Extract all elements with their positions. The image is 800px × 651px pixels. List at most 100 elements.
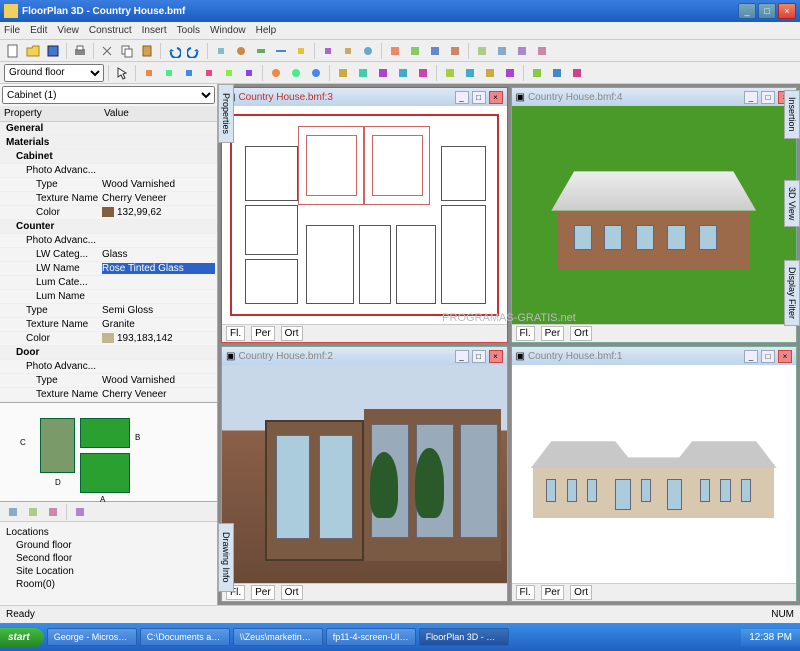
property-row[interactable]: Texture NameCherry Veneer	[0, 388, 217, 402]
property-row[interactable]: Texture NameGranite	[0, 318, 217, 332]
tool-icon[interactable]	[568, 64, 586, 82]
menu-window[interactable]: Window	[210, 25, 246, 36]
menu-view[interactable]: View	[57, 25, 79, 36]
tool-icon[interactable]	[272, 42, 290, 60]
copy-icon[interactable]	[118, 42, 136, 60]
menu-insert[interactable]: Insert	[142, 25, 167, 36]
tool-icon[interactable]	[252, 42, 270, 60]
property-row[interactable]: Photo Advanc...	[0, 360, 217, 374]
view-tab[interactable]: Ort	[570, 326, 592, 341]
menu-help[interactable]: Help	[256, 25, 277, 36]
start-button[interactable]: start	[0, 628, 44, 647]
tool-icon[interactable]	[481, 64, 499, 82]
view-min-button[interactable]: _	[455, 91, 469, 104]
taskbar-item[interactable]: \\Zeus\marketing\Pr...	[233, 628, 323, 646]
tool-icon[interactable]	[232, 42, 250, 60]
tool-icon[interactable]	[533, 42, 551, 60]
tool-icon[interactable]	[446, 42, 464, 60]
system-tray[interactable]: 12:38 PM	[741, 629, 800, 646]
view-tab[interactable]: Fl.	[226, 326, 245, 341]
view-close-button[interactable]: ×	[778, 350, 792, 363]
view-tab[interactable]: Ort	[281, 326, 303, 341]
property-row[interactable]: Texture NameCherry Veneer	[0, 192, 217, 206]
tool-icon[interactable]	[386, 42, 404, 60]
menu-construct[interactable]: Construct	[89, 25, 132, 36]
property-row[interactable]: Lum Cate...	[0, 276, 217, 290]
property-grid[interactable]: GeneralMaterialsCabinetPhoto Advanc...Ty…	[0, 122, 217, 402]
view-tab[interactable]: Per	[251, 326, 275, 341]
tool-icon[interactable]	[180, 64, 198, 82]
tool-icon[interactable]	[307, 64, 325, 82]
minimize-button[interactable]: _	[738, 3, 756, 19]
display-filter-tab[interactable]: Display Filter	[784, 260, 800, 326]
loc-tool-icon[interactable]	[24, 503, 42, 521]
tool-icon[interactable]	[319, 42, 337, 60]
tool-icon[interactable]	[461, 64, 479, 82]
property-row[interactable]: Color193,183,142	[0, 332, 217, 346]
3dview-tab[interactable]: 3D View	[784, 180, 800, 227]
view-close-button[interactable]: ×	[489, 350, 503, 363]
location-tree[interactable]: Locations Ground floor Second floor Site…	[0, 522, 217, 605]
tool-icon[interactable]	[267, 64, 285, 82]
tool-icon[interactable]	[212, 42, 230, 60]
loc-item[interactable]: Site Location	[4, 565, 213, 578]
tool-icon[interactable]	[354, 64, 372, 82]
tool-icon[interactable]	[426, 42, 444, 60]
floorplan-canvas[interactable]	[222, 106, 507, 324]
tool-icon[interactable]	[441, 64, 459, 82]
drawing-info-tab[interactable]: Drawing Info	[218, 523, 234, 592]
redo-icon[interactable]	[185, 42, 203, 60]
loc-root[interactable]: Locations	[4, 526, 213, 539]
property-row[interactable]: TypeWood Varnished	[0, 178, 217, 192]
view-pane-2[interactable]: ▣Country House.bmf:2_□× Fl.PerOrt	[221, 346, 508, 602]
taskbar-item[interactable]: C:\Documents and S...	[140, 628, 230, 646]
loc-tool-icon[interactable]	[44, 503, 62, 521]
tool-icon[interactable]	[140, 64, 158, 82]
new-icon[interactable]	[4, 42, 22, 60]
open-icon[interactable]	[24, 42, 42, 60]
tool-icon[interactable]	[406, 42, 424, 60]
property-row[interactable]: Lum Name	[0, 290, 217, 304]
close-button[interactable]: ×	[778, 3, 796, 19]
view-tab[interactable]: Fl.	[516, 585, 535, 600]
properties-tab[interactable]: Properties	[218, 84, 234, 143]
tool-icon[interactable]	[160, 64, 178, 82]
object-selector[interactable]: Cabinet (1)	[2, 86, 215, 104]
property-row[interactable]: Materials	[0, 136, 217, 150]
tool-icon[interactable]	[287, 64, 305, 82]
tool-icon[interactable]	[334, 64, 352, 82]
view-min-button[interactable]: _	[744, 350, 758, 363]
menu-file[interactable]: File	[4, 25, 20, 36]
loc-item[interactable]: Second floor	[4, 552, 213, 565]
view-max-button[interactable]: □	[472, 350, 486, 363]
tool-icon[interactable]	[501, 64, 519, 82]
view-tab[interactable]: Per	[541, 326, 565, 341]
property-row[interactable]: Door	[0, 346, 217, 360]
menu-tools[interactable]: Tools	[177, 25, 200, 36]
view-tab[interactable]: Ort	[570, 585, 592, 600]
tool-icon[interactable]	[414, 64, 432, 82]
3d-canvas[interactable]	[222, 365, 507, 583]
tool-icon[interactable]	[493, 42, 511, 60]
cut-icon[interactable]	[98, 42, 116, 60]
pointer-icon[interactable]	[113, 64, 131, 82]
taskbar-item[interactable]: FloorPlan 3D - Count...	[419, 628, 509, 646]
property-row[interactable]: General	[0, 122, 217, 136]
loc-tool-icon[interactable]	[71, 503, 89, 521]
property-row[interactable]: LW NameRose Tinted Glass	[0, 262, 217, 276]
view-pane-1[interactable]: ▣Country House.bmf:1_□× Fl.PerOr	[511, 346, 798, 602]
tool-icon[interactable]	[548, 64, 566, 82]
tool-icon[interactable]	[339, 42, 357, 60]
property-row[interactable]: Cabinet	[0, 150, 217, 164]
view-max-button[interactable]: □	[472, 91, 486, 104]
view-close-button[interactable]: ×	[489, 91, 503, 104]
property-row[interactable]: TypeSemi Gloss	[0, 304, 217, 318]
tool-icon[interactable]	[220, 64, 238, 82]
tool-icon[interactable]	[374, 64, 392, 82]
view-tab[interactable]: Fl.	[516, 326, 535, 341]
print-icon[interactable]	[71, 42, 89, 60]
undo-icon[interactable]	[165, 42, 183, 60]
tool-icon[interactable]	[200, 64, 218, 82]
property-row[interactable]: Photo Advanc...	[0, 164, 217, 178]
view-pane-4[interactable]: ▣Country House.bmf:4_□× Fl.PerOrt	[511, 87, 798, 343]
